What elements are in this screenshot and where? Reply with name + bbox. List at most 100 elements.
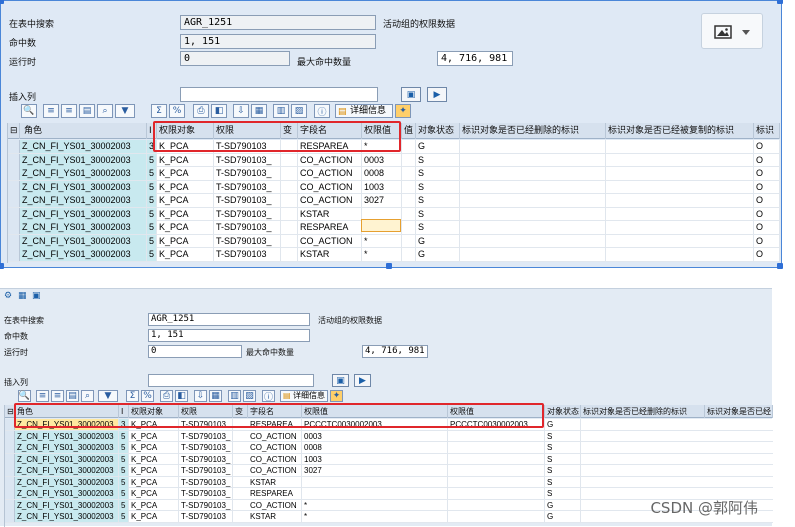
- cell-var[interactable]: [281, 194, 298, 207]
- cell-field[interactable]: CO_ACTION: [298, 180, 362, 194]
- cell-copy[interactable]: [606, 194, 754, 207]
- cell-role[interactable]: Z_CN_FI_YS01_30002003: [20, 153, 147, 167]
- insert-col-button[interactable]: ▣: [332, 374, 349, 387]
- cell-field[interactable]: KSTAR: [298, 207, 362, 221]
- cell-copy[interactable]: [606, 180, 754, 194]
- cell-val[interactable]: *: [302, 511, 448, 522]
- cell-status[interactable]: G: [545, 419, 581, 430]
- subtotal-icon[interactable]: %: [141, 390, 154, 402]
- sum-icon[interactable]: Σ: [126, 390, 139, 402]
- cell-i[interactable]: 5: [147, 180, 157, 194]
- cell-val2[interactable]: [448, 476, 545, 488]
- cell-i[interactable]: 5: [119, 488, 129, 499]
- cell-role[interactable]: Z_CN_FI_YS01_30002003: [20, 180, 147, 194]
- cell-val2[interactable]: [448, 465, 545, 476]
- cell-status[interactable]: S: [545, 476, 581, 488]
- col-status[interactable]: 对象状态: [545, 405, 581, 418]
- cell-i[interactable]: 5: [119, 453, 129, 465]
- cell-obj[interactable]: K_PCA: [157, 207, 214, 221]
- insert-col-input[interactable]: [180, 87, 378, 102]
- cell-var[interactable]: [281, 234, 298, 248]
- cell-status[interactable]: S: [416, 207, 460, 221]
- col-copied[interactable]: 标识对象是否已经被复制的标识: [606, 123, 754, 139]
- favorite-icon[interactable]: ✦: [330, 390, 343, 402]
- cell-del[interactable]: [460, 221, 606, 234]
- cell-field[interactable]: CO_ACTION: [248, 499, 302, 511]
- cell-i[interactable]: 5: [147, 221, 157, 234]
- row-selector[interactable]: [5, 499, 15, 511]
- cell-val[interactable]: *: [362, 248, 402, 261]
- cell-val[interactable]: *: [302, 499, 448, 511]
- cell-mark[interactable]: O: [754, 140, 780, 153]
- col-auth[interactable]: 权限: [179, 405, 233, 418]
- abc-icon[interactable]: ▨: [243, 390, 256, 402]
- table-row[interactable]: Z_CN_FI_YS01_30002003 3 K_PCA T-SD790103 RES…: [5, 419, 773, 431]
- cell-del[interactable]: [460, 248, 606, 261]
- cell-obj[interactable]: K_PCA: [157, 221, 214, 234]
- col-variant[interactable]: 变: [233, 405, 248, 418]
- cell-var[interactable]: [281, 180, 298, 194]
- cell-field[interactable]: KSTAR: [298, 248, 362, 261]
- cell-del[interactable]: [460, 153, 606, 167]
- col-value[interactable]: 权限值: [362, 123, 402, 139]
- cell-val2[interactable]: [448, 511, 545, 522]
- cell-mark[interactable]: O: [754, 248, 780, 261]
- cell-field[interactable]: KSTAR: [248, 476, 302, 488]
- layout-icon[interactable]: ▦: [251, 104, 267, 118]
- find-icon[interactable]: ⌕: [97, 104, 113, 118]
- cell-val2[interactable]: [448, 488, 545, 499]
- col-i[interactable]: I: [119, 405, 129, 418]
- cell-field[interactable]: CO_ACTION: [298, 153, 362, 167]
- table-row[interactable]: Z_CN_FI_YS01_30002003 5 K_PCA T-SD790103_ CO…: [5, 465, 773, 477]
- cell-val[interactable]: 1003: [302, 453, 448, 465]
- cell-field[interactable]: CO_ACTION: [248, 465, 302, 476]
- col-value[interactable]: 权限值: [302, 405, 448, 418]
- cell-i[interactable]: 3: [147, 140, 157, 153]
- cell-status[interactable]: S: [416, 180, 460, 194]
- cell-role[interactable]: Z_CN_FI_YS01_30002003: [15, 419, 119, 430]
- cell-val2[interactable]: PCCCTC0030002003: [448, 419, 545, 430]
- col-copied[interactable]: 标识对象是否已经: [705, 405, 773, 418]
- resize-handle[interactable]: [777, 0, 783, 4]
- row-selector[interactable]: [8, 167, 20, 180]
- cell-field[interactable]: CO_ACTION: [298, 234, 362, 248]
- cell-v2[interactable]: [402, 221, 416, 234]
- cell-i[interactable]: 5: [147, 194, 157, 207]
- cell-copy[interactable]: [606, 207, 754, 221]
- cell-copy[interactable]: [606, 234, 754, 248]
- row-selector[interactable]: [8, 180, 20, 194]
- resize-handle[interactable]: [386, 263, 392, 269]
- table-row[interactable]: Z_CN_FI_YS01_30002003 5 K_PCA T-SD790103_ CO…: [8, 153, 780, 167]
- cell-role[interactable]: Z_CN_FI_YS01_30002003: [15, 442, 119, 453]
- cell-mark[interactable]: O: [754, 153, 780, 167]
- col-auth[interactable]: 权限: [214, 123, 281, 139]
- print-icon[interactable]: ⎙: [193, 104, 209, 118]
- cell-obj[interactable]: K_PCA: [129, 442, 179, 453]
- insert-col-input[interactable]: [148, 374, 314, 387]
- resize-handle[interactable]: [0, 0, 4, 4]
- cell-auth[interactable]: T-SD790103_: [179, 430, 233, 442]
- cell-copy[interactable]: [606, 153, 754, 167]
- col-variant[interactable]: 变: [281, 123, 298, 139]
- cell-i[interactable]: 5: [147, 153, 157, 167]
- col-value2[interactable]: 权限值: [448, 405, 545, 418]
- cell-v2[interactable]: [402, 167, 416, 180]
- row-selector[interactable]: [8, 248, 20, 261]
- cell-role[interactable]: Z_CN_FI_YS01_30002003: [15, 453, 119, 465]
- cell-val[interactable]: 1003: [362, 180, 402, 194]
- sort-desc-icon[interactable]: ≡: [51, 390, 64, 402]
- cell-status[interactable]: G: [416, 248, 460, 261]
- filter-icon[interactable]: ▤: [66, 390, 79, 402]
- funnel-icon[interactable]: ▼: [115, 104, 135, 118]
- cell-obj[interactable]: K_PCA: [129, 476, 179, 488]
- cell-del[interactable]: [460, 234, 606, 248]
- cell-auth[interactable]: T-SD790103_: [179, 499, 233, 511]
- row-selector[interactable]: [5, 419, 15, 430]
- cell-role[interactable]: Z_CN_FI_YS01_30002003: [20, 248, 147, 261]
- insert-col-button[interactable]: ▣: [401, 87, 421, 102]
- cell-status[interactable]: G: [545, 499, 581, 511]
- cell-del[interactable]: [460, 167, 606, 180]
- cell-val[interactable]: 3027: [302, 465, 448, 476]
- cell-field[interactable]: CO_ACTION: [298, 167, 362, 180]
- cell-mark[interactable]: O: [754, 194, 780, 207]
